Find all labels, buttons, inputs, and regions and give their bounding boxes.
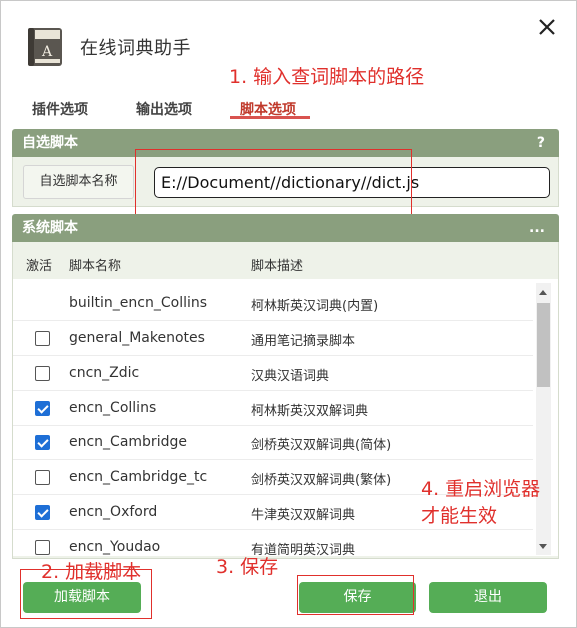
script-row: encn_Collins 柯林斯英汉双解词典: [13, 391, 533, 426]
script-name: cncn_Zdic: [69, 365, 140, 381]
annotation-step4-line1: 4. 重启浏览器: [421, 478, 541, 500]
activate-checkbox-checked[interactable]: [35, 435, 50, 450]
script-desc: 牛津英汉双解词典: [251, 508, 356, 523]
column-header-active: 激活: [26, 259, 53, 274]
annotation-box-path: [135, 149, 412, 220]
annotation-step3: 3. 保存: [216, 556, 279, 578]
script-row: general_Makenotes 通用笔记摘录脚本: [13, 321, 533, 356]
close-button[interactable]: [535, 15, 559, 39]
script-desc: 剑桥英汉双解词典(简体): [251, 438, 392, 453]
script-name: encn_Oxford: [69, 504, 158, 520]
options-dialog: A 在线词典助手 1. 输入查词脚本的路径 插件选项 输出选项 脚本选项 自选脚…: [0, 0, 577, 628]
script-name: builtin_encn_Collins: [69, 295, 208, 311]
column-header-name: 脚本名称: [69, 259, 122, 274]
more-icon[interactable]: ...: [529, 214, 545, 242]
script-desc: 通用笔记摘录脚本: [251, 334, 356, 349]
activate-checkbox[interactable]: [35, 540, 50, 555]
tab-output-options[interactable]: 输出选项: [136, 99, 192, 119]
script-row: cncn_Zdic 汉典汉语词典: [13, 356, 533, 391]
script-desc: 汉典汉语词典: [251, 369, 330, 384]
script-name: encn_Collins: [69, 400, 157, 416]
close-icon: [539, 19, 555, 35]
script-desc: 剑桥英汉双解词典(繁体): [251, 473, 392, 488]
system-script-title: 系统脚本: [22, 220, 78, 236]
activate-checkbox-checked[interactable]: [35, 401, 50, 416]
system-script-header: 系统脚本 ...: [12, 214, 559, 242]
exit-button[interactable]: 退出: [429, 582, 547, 613]
scrollbar-thumb[interactable]: [537, 303, 550, 387]
script-row: builtin_encn_Collins 柯林斯英汉词典(内置): [13, 286, 533, 321]
annotation-box-save: [297, 575, 414, 615]
activate-checkbox[interactable]: [35, 331, 50, 346]
svg-text:A: A: [41, 44, 53, 60]
help-icon[interactable]: ?: [537, 129, 545, 157]
script-name: encn_Cambridge_tc: [69, 469, 208, 485]
annotation-step2: 2. 加载脚本: [41, 561, 142, 583]
annotation-step1: 1. 输入查词脚本的路径: [229, 66, 425, 88]
column-header-desc: 脚本描述: [251, 259, 304, 274]
script-name: general_Makenotes: [69, 330, 205, 346]
scroll-up-arrow-icon[interactable]: [539, 290, 547, 295]
script-name-label: 自选脚本名称: [23, 165, 134, 199]
activate-checkbox[interactable]: [35, 366, 50, 381]
dictionary-book-icon: A: [28, 28, 62, 66]
script-row: encn_Cambridge 剑桥英汉双解词典(简体): [13, 425, 533, 460]
annotation-step4-line2: 才能生效: [421, 505, 498, 527]
script-desc: 柯林斯英汉双解词典: [251, 404, 369, 419]
custom-script-title: 自选脚本: [22, 135, 78, 151]
script-desc: 柯林斯英汉词典(内置): [251, 299, 379, 314]
app-title: 在线词典助手: [80, 38, 191, 59]
script-name: encn_Youdao: [69, 539, 161, 555]
active-tab-indicator: [230, 116, 310, 119]
tab-plugin-options[interactable]: 插件选项: [32, 99, 88, 119]
activate-checkbox-checked[interactable]: [35, 505, 50, 520]
scroll-down-arrow-icon[interactable]: [539, 544, 547, 549]
activate-checkbox[interactable]: [35, 470, 50, 485]
script-name: encn_Cambridge: [69, 434, 187, 450]
